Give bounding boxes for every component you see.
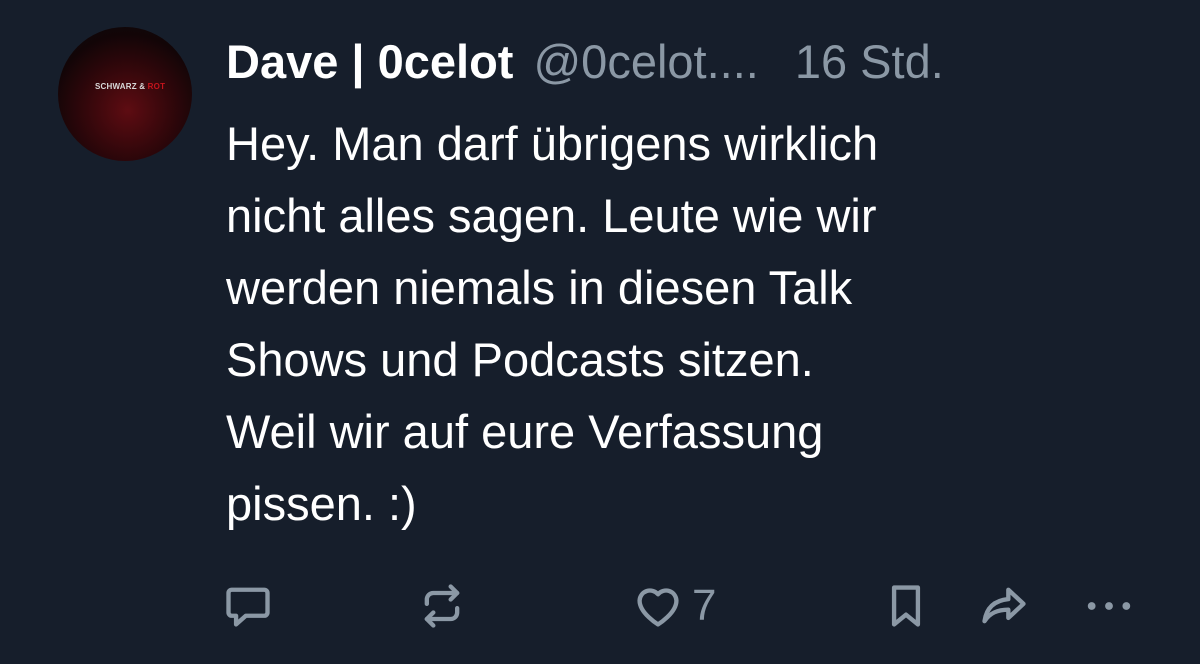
- share-button[interactable]: [978, 578, 1030, 634]
- more-button[interactable]: [1080, 578, 1138, 634]
- timestamp[interactable]: 16 Std.: [795, 34, 944, 89]
- repost-button[interactable]: [416, 578, 468, 634]
- repost-icon: [416, 580, 468, 632]
- user-handle[interactable]: @0celot....: [533, 34, 758, 89]
- bookmark-icon: [880, 580, 932, 632]
- bookmark-button[interactable]: [880, 578, 932, 634]
- more-icon: [1080, 580, 1138, 632]
- reply-button[interactable]: [222, 578, 274, 634]
- like-button[interactable]: 7: [632, 578, 716, 634]
- avatar-logo-text-red: ROT: [147, 82, 166, 91]
- tweet-text: Hey. Man darf übrigens wirklich nicht al…: [226, 117, 879, 530]
- avatar-logo: SCHWARZ & ROT: [95, 82, 165, 91]
- like-count: 7: [692, 581, 717, 630]
- tweet-header: Dave | 0celot @0celot.... 16 Std.: [226, 34, 944, 92]
- reply-icon: [222, 580, 274, 632]
- display-name[interactable]: Dave | 0celot: [226, 34, 513, 89]
- avatar[interactable]: SCHWARZ & ROT: [58, 27, 192, 161]
- heart-icon: [632, 580, 684, 632]
- avatar-logo-text-white: SCHWARZ &: [95, 82, 148, 91]
- share-icon: [978, 580, 1030, 632]
